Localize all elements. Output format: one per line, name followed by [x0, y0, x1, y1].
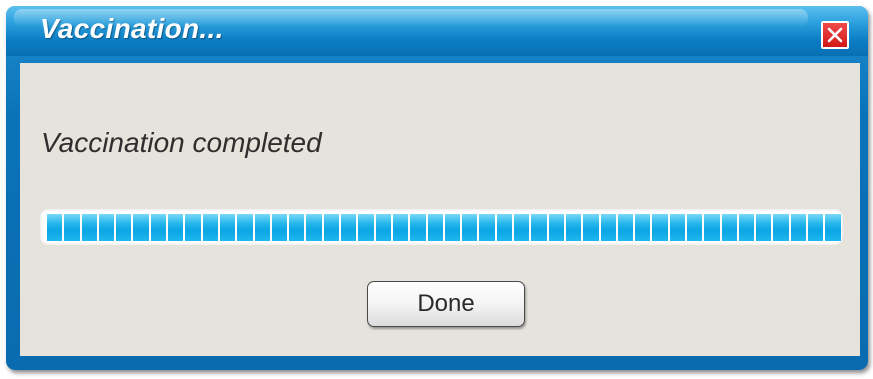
progress-segment — [773, 214, 789, 241]
vaccination-dialog: Vaccination... Vaccination completed Don… — [6, 6, 868, 370]
progress-segment — [185, 214, 201, 241]
progress-segment — [686, 214, 703, 241]
progress-segment — [427, 214, 443, 241]
progress-segment — [721, 214, 737, 241]
progress-segment — [81, 214, 97, 241]
progress-segment — [358, 214, 374, 241]
progress-segment — [565, 214, 582, 241]
progress-segment — [756, 214, 772, 241]
progress-segment — [531, 214, 547, 241]
progress-segment — [514, 214, 530, 241]
progress-segment — [47, 214, 63, 241]
dialog-title: Vaccination... — [40, 13, 224, 44]
progress-segment — [116, 214, 132, 241]
progress-segment — [669, 214, 685, 241]
progress-segment — [635, 214, 651, 241]
close-icon — [827, 27, 843, 43]
progress-segment — [704, 214, 720, 241]
progress-segment — [496, 214, 513, 241]
progress-segment — [790, 214, 807, 241]
progress-segment — [98, 214, 115, 241]
progress-segment — [808, 214, 824, 241]
progress-fill — [47, 214, 841, 241]
progress-segment — [410, 214, 426, 241]
progress-segment — [133, 214, 149, 241]
progress-segment — [202, 214, 218, 241]
close-button[interactable] — [821, 21, 849, 49]
progress-segment — [168, 214, 184, 241]
progress-segment — [462, 214, 478, 241]
progress-segment — [219, 214, 236, 241]
status-message: Vaccination completed — [41, 127, 322, 158]
progress-segment — [341, 214, 357, 241]
dialog-content: Vaccination completed Done — [20, 63, 860, 356]
progress-segment — [738, 214, 755, 241]
progress-segment — [444, 214, 461, 241]
progress-segment — [289, 214, 305, 241]
progress-segment — [64, 214, 80, 241]
progress-segment — [254, 214, 270, 241]
progress-segment — [583, 214, 599, 241]
progress-segment — [825, 214, 841, 241]
progress-segment — [392, 214, 409, 241]
progress-segment — [150, 214, 167, 241]
progress-segment — [237, 214, 253, 241]
done-button[interactable]: Done — [367, 281, 525, 327]
title-bar[interactable]: Vaccination... — [6, 6, 868, 56]
progress-segment — [652, 214, 668, 241]
progress-segment — [617, 214, 634, 241]
progress-segment — [271, 214, 288, 241]
progress-segment — [323, 214, 340, 241]
progress-bar — [40, 209, 843, 245]
progress-segment — [479, 214, 495, 241]
progress-segment — [375, 214, 391, 241]
progress-segment — [600, 214, 616, 241]
progress-segment — [306, 214, 322, 241]
progress-segment — [548, 214, 564, 241]
